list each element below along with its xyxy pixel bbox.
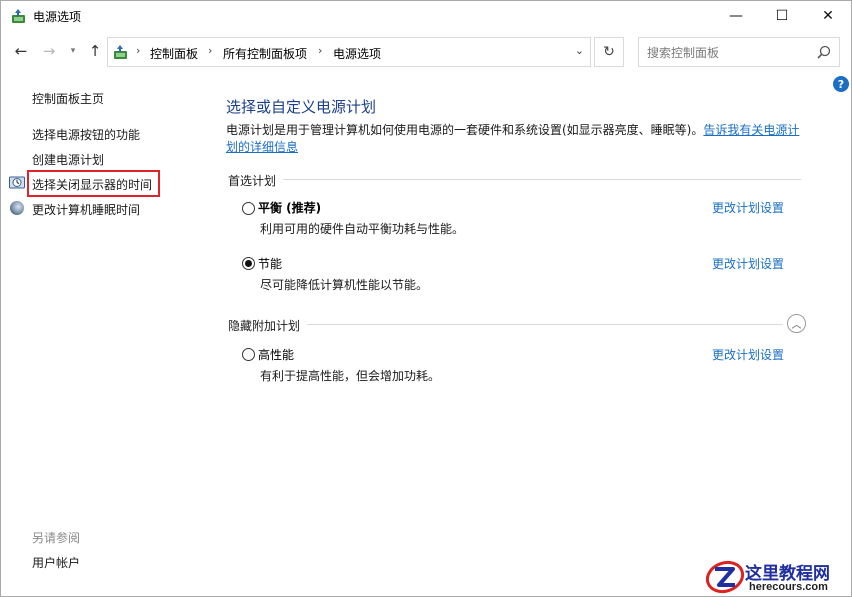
- sidebar-item-sleep-time[interactable]: 更改计算机睡眠时间: [32, 201, 140, 218]
- plan-high-performance-settings-link[interactable]: 更改计划设置: [712, 346, 784, 363]
- section-divider: [283, 179, 801, 180]
- close-button[interactable]: ✕: [805, 1, 851, 31]
- collapse-chevron-icon[interactable]: ︿: [787, 314, 806, 333]
- display-timer-icon: [9, 176, 25, 189]
- recent-locations-chevron-icon[interactable]: ▾: [63, 41, 83, 61]
- watermark-logo-icon: [705, 560, 745, 594]
- control-panel-icon: [114, 45, 127, 59]
- up-arrow-icon[interactable]: ↑: [85, 41, 105, 61]
- description-text: 电源计划是用于管理计算机如何使用电源的一套硬件和系统设置(如显示器亮度、睡眠等)…: [226, 123, 704, 137]
- page-description: 电源计划是用于管理计算机如何使用电源的一套硬件和系统设置(如显示器亮度、睡眠等)…: [226, 122, 806, 156]
- see-also-heading: 另请参阅: [32, 531, 81, 545]
- control-panel-home-link[interactable]: 控制面板主页: [32, 90, 104, 107]
- search-icon[interactable]: [817, 45, 831, 59]
- plan-high-performance-name[interactable]: 高性能: [258, 346, 294, 363]
- hidden-plans-heading: 隐藏附加计划: [228, 319, 301, 333]
- address-dropdown-icon[interactable]: ⌄: [575, 44, 584, 57]
- user-accounts-link[interactable]: 用户帐户: [32, 554, 80, 571]
- window-title: 电源选项: [33, 10, 82, 24]
- plan-power-saver-name[interactable]: 节能: [258, 255, 282, 272]
- sidebar-item-create-plan[interactable]: 创建电源计划: [32, 151, 104, 168]
- refresh-icon[interactable]: ↻: [594, 37, 624, 67]
- sidebar-item-power-button[interactable]: 选择电源按钮的功能: [32, 126, 140, 143]
- title-bar: 电源选项 — ☐ ✕: [1, 1, 851, 31]
- address-bar[interactable]: › 控制面板 › 所有控制面板项 › 电源选项 ⌄: [107, 37, 591, 67]
- navigation-bar: ← → ▾ ↑ › 控制面板 › 所有控制面板项 › 电源选项 ⌄ ↻: [1, 35, 851, 69]
- plan-high-performance-description: 有利于提高性能，但会增加功耗。: [260, 369, 441, 383]
- sleep-moon-icon: [10, 201, 24, 215]
- breadcrumb-separator-icon[interactable]: ›: [208, 44, 212, 57]
- sidebar-item-display-off-time[interactable]: 选择关闭显示器的时间: [32, 176, 152, 193]
- breadcrumb-separator-icon: ›: [136, 44, 141, 57]
- minimize-button[interactable]: —: [713, 1, 759, 31]
- breadcrumb-control-panel[interactable]: 控制面板: [150, 45, 198, 62]
- power-options-icon: [12, 9, 25, 23]
- breadcrumb-all-items[interactable]: 所有控制面板项: [223, 45, 307, 62]
- section-divider: [307, 324, 783, 325]
- page-title: 选择或自定义电源计划: [226, 98, 377, 116]
- plan-power-saver-radio[interactable]: [242, 257, 255, 270]
- site-watermark: 这里教程网 herecours.com: [705, 557, 851, 596]
- plan-power-saver-settings-link[interactable]: 更改计划设置: [712, 255, 784, 272]
- back-arrow-icon[interactable]: ←: [11, 41, 31, 61]
- plan-balanced-settings-link[interactable]: 更改计划设置: [712, 199, 784, 216]
- search-box[interactable]: [638, 37, 840, 67]
- maximize-button[interactable]: ☐: [759, 1, 805, 31]
- breadcrumb-separator-icon[interactable]: ›: [318, 44, 322, 57]
- plan-power-saver-description: 尽可能降低计算机性能以节能。: [260, 278, 429, 292]
- plan-balanced-radio[interactable]: [242, 202, 255, 215]
- breadcrumb-power-options[interactable]: 电源选项: [333, 45, 381, 62]
- search-input[interactable]: [647, 44, 807, 61]
- plan-high-performance-radio[interactable]: [242, 348, 255, 361]
- plan-balanced-description: 利用可用的硬件自动平衡功耗与性能。: [260, 222, 465, 236]
- watermark-url: herecours.com: [749, 581, 828, 593]
- forward-arrow-icon[interactable]: →: [39, 41, 59, 61]
- power-options-window: 电源选项 — ☐ ✕ ← → ▾ ↑ › 控制面板 › 所有控制面板项 › 电源…: [0, 0, 852, 597]
- plan-balanced-name[interactable]: 平衡 (推荐): [258, 199, 321, 216]
- preferred-plans-heading: 首选计划: [228, 174, 277, 188]
- help-icon[interactable]: ?: [833, 76, 849, 92]
